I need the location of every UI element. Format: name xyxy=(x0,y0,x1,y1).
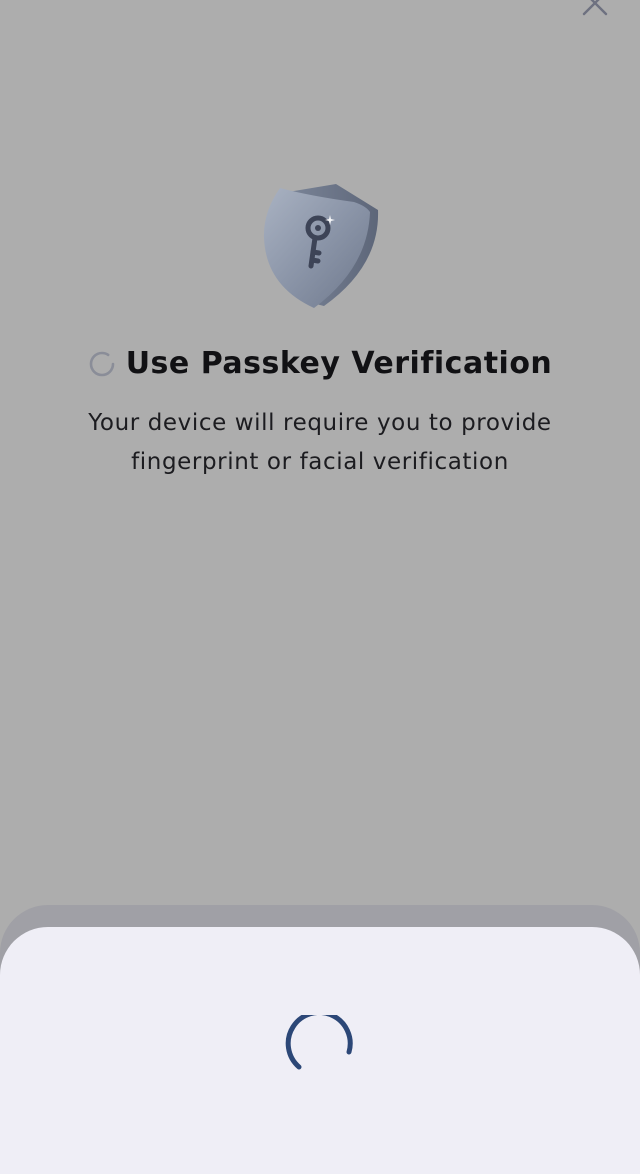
dialog-subtitle: Your device will require you to provide … xyxy=(88,410,552,475)
shield-key-icon xyxy=(263,184,379,308)
loading-spinner-icon xyxy=(89,351,114,376)
close-icon[interactable] xyxy=(578,0,612,20)
bottom-sheet-loading-spinner-icon xyxy=(285,1015,353,1070)
dialog-title: Use Passkey Verification xyxy=(125,346,553,381)
passkey-verification-screen: Use Passkey Verification Your device wil… xyxy=(0,0,640,1174)
title-row: Use Passkey Verification xyxy=(0,346,640,381)
